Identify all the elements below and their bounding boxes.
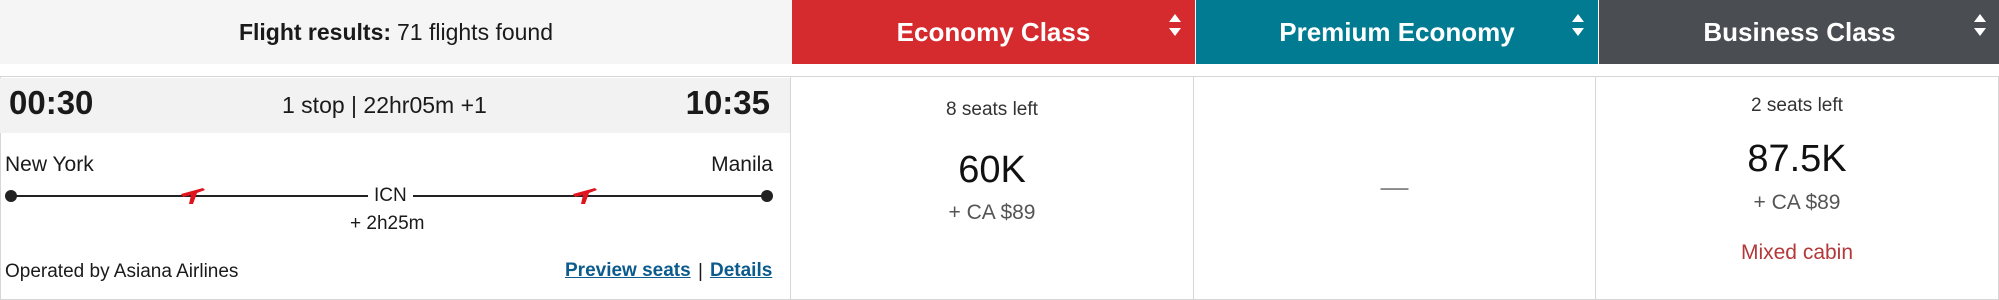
- operated-by: Operated by Asiana Airlines: [5, 261, 239, 282]
- tab-premium-label: Premium Economy: [1279, 16, 1515, 47]
- origin-city: New York: [5, 153, 94, 176]
- fare-unavailable: —: [1380, 171, 1409, 202]
- fare-price: 60K: [958, 149, 1026, 191]
- seats-left: 2 seats left: [1751, 95, 1843, 116]
- route-dot-icon: [761, 190, 773, 202]
- sort-icon[interactable]: [1169, 14, 1181, 48]
- stop-summary: 1 stop | 22hr05m +1: [282, 92, 487, 118]
- tab-business-label: Business Class: [1703, 16, 1896, 47]
- layover-airport: ICN: [368, 185, 413, 207]
- preview-seats-link[interactable]: Preview seats: [565, 260, 691, 282]
- arrival-time: 10:35: [685, 84, 770, 121]
- mixed-cabin-note: Mixed cabin: [1740, 241, 1854, 264]
- departure-time: 00:30: [9, 84, 94, 121]
- layover-duration: + 2h25m: [350, 213, 425, 234]
- sort-icon[interactable]: [1572, 14, 1584, 48]
- airline-tail-logo-icon: [573, 188, 597, 204]
- fare-cell-business[interactable]: 2 seats left 87.5K + CA $89 Mixed cabin: [1595, 76, 1999, 300]
- seats-left: 8 seats left: [946, 99, 1038, 120]
- flight-results-summary: Flight results: 71 flights found: [0, 0, 792, 64]
- fare-cell-premium-economy: —: [1193, 76, 1596, 300]
- fare-tax: + CA $89: [1753, 191, 1841, 214]
- tab-economy-class[interactable]: Economy Class: [792, 0, 1195, 64]
- fare-price: 87.5K: [1747, 138, 1847, 180]
- tab-premium-economy[interactable]: Premium Economy: [1195, 0, 1598, 64]
- link-separator: |: [698, 261, 703, 282]
- airline-tail-logo-icon: [181, 188, 205, 204]
- sort-icon[interactable]: [1974, 14, 1986, 48]
- tab-business-class[interactable]: Business Class: [1598, 0, 1999, 64]
- tab-economy-label: Economy Class: [896, 16, 1091, 47]
- fare-cell-economy[interactable]: 8 seats left 60K + CA $89: [790, 76, 1194, 300]
- results-label: Flight results:: [238, 18, 392, 45]
- details-link[interactable]: Details: [710, 260, 772, 282]
- results-count: 71 flights found: [397, 18, 554, 45]
- route-dot-icon: [5, 190, 17, 202]
- destination-city: Manila: [711, 153, 773, 176]
- fare-tax: + CA $89: [948, 201, 1036, 224]
